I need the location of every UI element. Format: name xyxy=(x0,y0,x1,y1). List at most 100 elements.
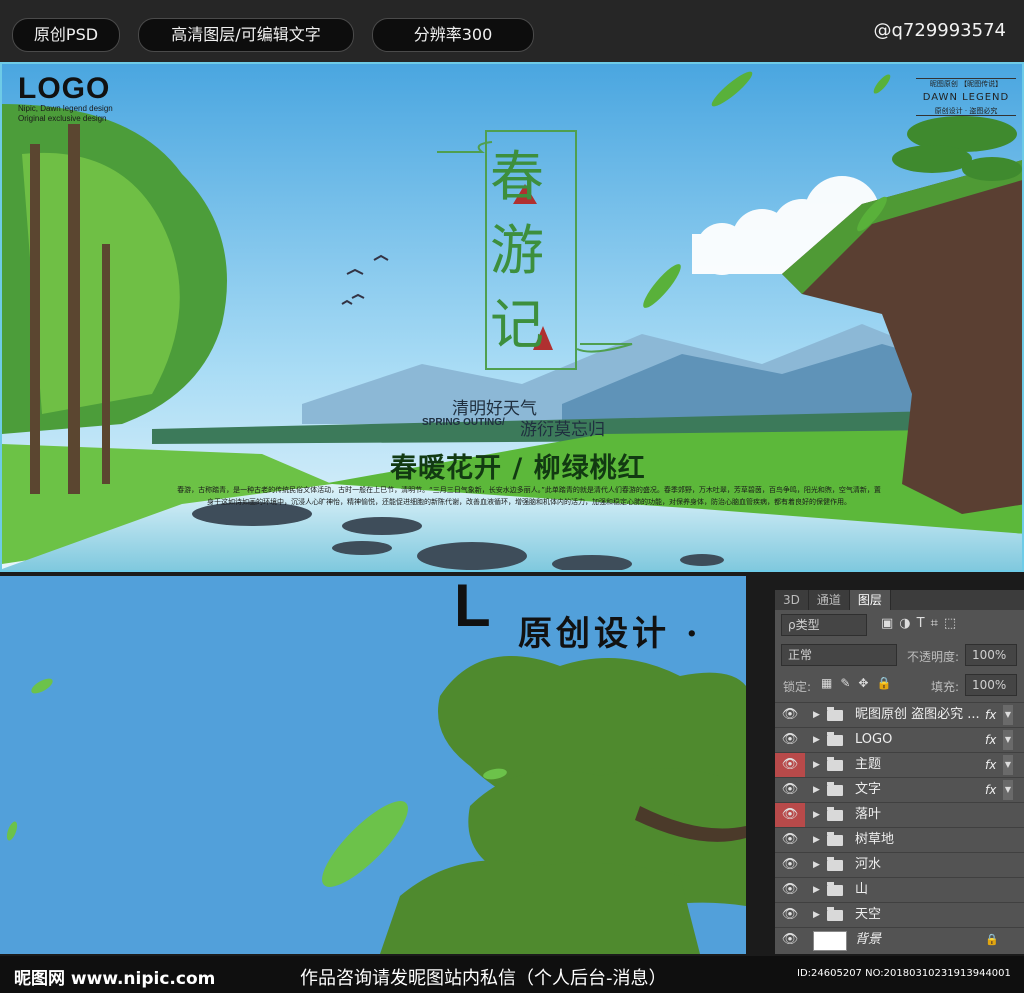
poster-preview: LOGO Nipic, Dawn legend design Original … xyxy=(0,62,1024,572)
folder-icon xyxy=(827,732,843,746)
layer-row[interactable]: 👁 ▶ 落叶 xyxy=(775,802,1024,827)
layer-row[interactable]: 👁 背景 🔒 xyxy=(775,927,1024,952)
site-watermark: 昵图网 www.nipic.com xyxy=(14,969,216,989)
badge-top: 昵图原创 【昵图传说】 xyxy=(929,80,1003,88)
eye-icon[interactable]: 👁 xyxy=(775,853,805,877)
title-char-2: 游 xyxy=(490,219,544,282)
expand-arrow-icon[interactable]: ▶ xyxy=(813,728,820,752)
fx-icon[interactable]: fx xyxy=(985,703,996,727)
tab-3d[interactable]: 3D xyxy=(775,590,809,610)
folder-icon xyxy=(827,782,843,796)
layer-row[interactable]: 👁 ▶ 河水 xyxy=(775,852,1024,877)
eye-icon[interactable]: 👁 xyxy=(775,928,805,952)
lock-icon: 🔒 xyxy=(985,933,999,946)
pill-original-psd: 原创PSD xyxy=(12,18,120,52)
expand-arrow-icon[interactable]: ▶ xyxy=(813,853,820,877)
layer-row[interactable]: 👁 ▶ 天空 xyxy=(775,902,1024,927)
subtitle-en: SPRING OUTING/ xyxy=(422,417,505,428)
top-bar: 原创PSD 高清图层/可编辑文字 分辨率300 @q729993574 xyxy=(0,0,1024,63)
logo: LOGO xyxy=(18,72,111,105)
expand-arrow-icon[interactable]: ▶ xyxy=(813,753,820,777)
fx-icon[interactable]: fx xyxy=(985,778,996,802)
eye-icon[interactable]: 👁 xyxy=(775,803,805,827)
eye-icon[interactable]: 👁 xyxy=(775,703,805,727)
folder-icon xyxy=(827,882,843,896)
layer-name: 树草地 xyxy=(855,832,895,847)
eye-icon[interactable]: 👁 xyxy=(775,903,805,927)
expand-arrow-icon[interactable]: ▶ xyxy=(813,703,820,727)
folder-icon xyxy=(827,707,843,721)
layer-name: 主题 xyxy=(855,757,882,772)
layer-row[interactable]: 👁 ▶ 主题 fx ▼ xyxy=(775,752,1024,777)
headline: 春暖花开 / 柳绿桃红 xyxy=(390,453,646,484)
layer-name: 文字 xyxy=(855,782,882,797)
layer-row[interactable]: 👁 ▶ LOGO fx ▼ xyxy=(775,727,1024,752)
detail-logo-letter: L xyxy=(454,576,491,639)
tab-layers[interactable]: 图层 xyxy=(849,590,891,610)
opacity-label: 不透明度: xyxy=(907,650,960,664)
dawn-legend-badge: 昵图原创 【昵图传说】 DAWN LEGEND 原创设计 · 盗图必究 xyxy=(916,78,1016,116)
fill-field[interactable]: 100% xyxy=(965,674,1017,696)
footer-bar: 昵图网 www.nipic.com 作品咨询请发昵图站内私信（个人后台-消息） … xyxy=(0,956,1024,993)
layer-name: 落叶 xyxy=(855,807,882,822)
layer-thumbnail xyxy=(813,931,847,951)
layer-row[interactable]: 👁 ▶ 昵图原创 盗图必究 ... fx ▼ xyxy=(775,702,1024,727)
subtitle-cn-2: 游衍莫忘归 xyxy=(520,420,605,440)
eye-icon[interactable]: 👁 xyxy=(775,828,805,852)
expand-arrow-icon[interactable]: ▶ xyxy=(813,778,820,802)
layer-name: 背景 xyxy=(855,932,882,947)
lock-icons[interactable]: ▦✎✥🔒 xyxy=(821,676,899,690)
pill-layers-editable: 高清图层/可编辑文字 xyxy=(138,18,354,52)
chevron-down-icon[interactable]: ▼ xyxy=(1003,780,1013,800)
opacity-field[interactable]: 100% xyxy=(965,644,1017,666)
tab-channels[interactable]: 通道 xyxy=(809,590,850,610)
layer-name: 山 xyxy=(855,882,869,897)
blend-mode-select[interactable]: 正常 xyxy=(781,644,897,666)
eye-icon[interactable]: 👁 xyxy=(775,728,805,752)
lock-label: 锁定: xyxy=(783,680,812,694)
title-char-1: 春 xyxy=(490,145,544,208)
eye-icon[interactable]: 👁 xyxy=(775,753,805,777)
panel-tabs: 3D 通道 图层 xyxy=(775,590,1024,610)
layer-list: 👁 ▶ 昵图原创 盗图必究 ... fx ▼ 👁 ▶ LOGO fx ▼ 👁 ▶ 主题 fx ▼ 👁 ▶ 文… xyxy=(775,702,1024,952)
layer-kind-filter[interactable]: ρ类型 xyxy=(781,614,867,636)
title-char-3: 记 xyxy=(490,293,544,356)
layers-panel: 3D 通道 图层 ρ类型 ▣◑T⌗⬚ 正常 不透明度: 100% 锁定: ▦✎✥… xyxy=(775,590,1024,954)
logo-subtitle: Nipic, Dawn legend design Original exclu… xyxy=(18,104,113,124)
badge-mid: DAWN LEGEND xyxy=(922,92,1010,103)
eye-icon[interactable]: 👁 xyxy=(775,778,805,802)
logo-sub-line-2: Original exclusive design xyxy=(18,114,107,123)
expand-arrow-icon[interactable]: ▶ xyxy=(813,803,820,827)
inquiry-notice: 作品咨询请发昵图站内私信（个人后台-消息） xyxy=(300,968,667,989)
expand-arrow-icon[interactable]: ▶ xyxy=(813,903,820,927)
layer-row[interactable]: 👁 ▶ 树草地 xyxy=(775,827,1024,852)
layer-row[interactable]: 👁 ▶ 山 xyxy=(775,877,1024,902)
eye-icon[interactable]: 👁 xyxy=(775,878,805,902)
fx-icon[interactable]: fx xyxy=(985,753,996,777)
expand-arrow-icon[interactable]: ▶ xyxy=(813,878,820,902)
logo-sub-line-1: Nipic, Dawn legend design xyxy=(18,104,113,113)
chevron-down-icon[interactable]: ▼ xyxy=(1003,730,1013,750)
detail-zoom-view: L 原创设计 · xyxy=(0,576,746,954)
layer-row[interactable]: 👁 ▶ 文字 fx ▼ xyxy=(775,777,1024,802)
layer-name: LOGO xyxy=(855,732,893,747)
layer-name: 昵图原创 盗图必究 ... xyxy=(855,707,980,722)
folder-icon xyxy=(827,757,843,771)
layer-name: 河水 xyxy=(855,857,882,872)
layer-name: 天空 xyxy=(855,907,882,922)
fx-icon[interactable]: fx xyxy=(985,728,996,752)
expand-arrow-icon[interactable]: ▶ xyxy=(813,828,820,852)
folder-icon xyxy=(827,907,843,921)
pill-resolution: 分辨率300 xyxy=(372,18,534,52)
folder-icon xyxy=(827,857,843,871)
detail-original-design-text: 原创设计 · xyxy=(518,614,702,654)
image-id: ID:24605207 NO:20180310231913944001 xyxy=(797,968,1011,979)
chevron-down-icon[interactable]: ▼ xyxy=(1003,755,1013,775)
filter-icons[interactable]: ▣◑T⌗⬚ xyxy=(881,616,962,631)
badge-bottom: 原创设计 · 盗图必究 xyxy=(934,107,998,115)
chevron-down-icon[interactable]: ▼ xyxy=(1003,705,1013,725)
contact-id: @q729993574 xyxy=(873,20,1007,41)
folder-icon xyxy=(827,832,843,846)
body-paragraph: 春游，古称踏青，是一种古老的传统民俗文体活动，古时一般在上巳节，清明节。“三月三… xyxy=(177,486,881,506)
folder-icon xyxy=(827,807,843,821)
